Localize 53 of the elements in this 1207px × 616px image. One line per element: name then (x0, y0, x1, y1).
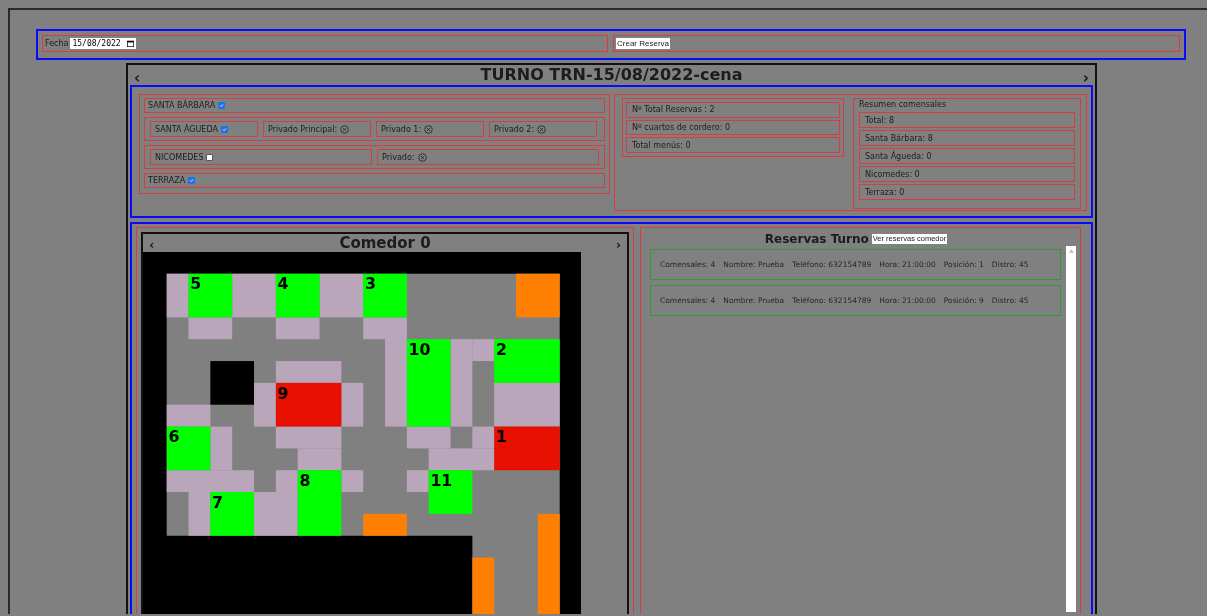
circled-x-icon[interactable] (417, 152, 427, 162)
dining-table[interactable]: 5 (188, 273, 233, 318)
private-room-label: Privado: (382, 152, 415, 162)
summary-stat: Terraza: 0 (859, 184, 1075, 200)
room-checkbox[interactable] (206, 153, 214, 161)
dining-table[interactable]: 10 (406, 339, 451, 427)
create-reservation-button[interactable]: Crear Reserva (616, 38, 670, 49)
service-area (472, 557, 495, 614)
previous-button[interactable]: ‹ (134, 71, 141, 85)
dining-table[interactable]: 7 (210, 492, 255, 536)
room-name: SANTA ÁGUEDA (155, 124, 218, 134)
private-room-label: Privado 1: (381, 124, 422, 134)
dining-table[interactable]: 3 (363, 273, 407, 318)
shift-title: TURNO TRN-15/08/2022-cena (480, 65, 743, 85)
circled-x-icon[interactable] (537, 124, 547, 134)
room-name: NICOMEDES (155, 152, 204, 162)
summary-stat: Nicomedes: 0 (859, 166, 1075, 182)
reservations-title: Reservas Turno (764, 232, 869, 246)
room-checkbox[interactable] (218, 102, 226, 109)
service-area (363, 513, 407, 536)
calendar-icon (126, 40, 134, 47)
dining-table[interactable]: 2 (494, 339, 560, 383)
scroll-up-icon[interactable] (1068, 249, 1074, 253)
private-room-label: Privado 2: (494, 124, 535, 134)
dining-table[interactable]: 1 (494, 426, 560, 471)
private-room-label: Privado Principal: (268, 124, 338, 134)
total-stat: Nº Total Reservas : 2 (626, 102, 840, 118)
room-checkbox[interactable] (220, 125, 228, 133)
summary-stat: Santa Bárbara: 8 (859, 130, 1075, 146)
summary-stat: Santa Águeda: 0 (859, 148, 1075, 164)
next-button[interactable]: › (615, 238, 621, 252)
circled-x-icon[interactable] (424, 124, 434, 134)
date-label: Fecha (45, 39, 69, 48)
summary-stat: Total: 8 (859, 112, 1075, 128)
dining-table[interactable]: 6 (166, 426, 211, 471)
dining-table[interactable]: 11 (428, 470, 473, 514)
room-name: TERRAZA (148, 176, 186, 185)
scrollbar[interactable] (1066, 246, 1076, 612)
service-area (516, 273, 560, 318)
pillar (210, 361, 255, 405)
previous-button[interactable]: ‹ (149, 238, 155, 252)
summary-title: Resumen comensales (859, 100, 948, 110)
room-name: SANTA BÁRBARA (148, 101, 216, 110)
room-checkbox[interactable] (188, 177, 196, 184)
total-stat: Total menús: 0 (626, 137, 840, 153)
dining-room-title: Comedor 0 (339, 234, 431, 252)
date-field[interactable]: 15/08/2022 (70, 38, 136, 49)
dining-table[interactable]: 9 (275, 382, 342, 427)
total-stat: Nº cuartos de cordero: 0 (626, 119, 840, 136)
dining-table[interactable]: 8 (297, 470, 342, 536)
circled-x-icon[interactable] (340, 124, 350, 134)
next-button[interactable]: › (1082, 71, 1089, 85)
dining-table[interactable]: 4 (275, 273, 320, 318)
